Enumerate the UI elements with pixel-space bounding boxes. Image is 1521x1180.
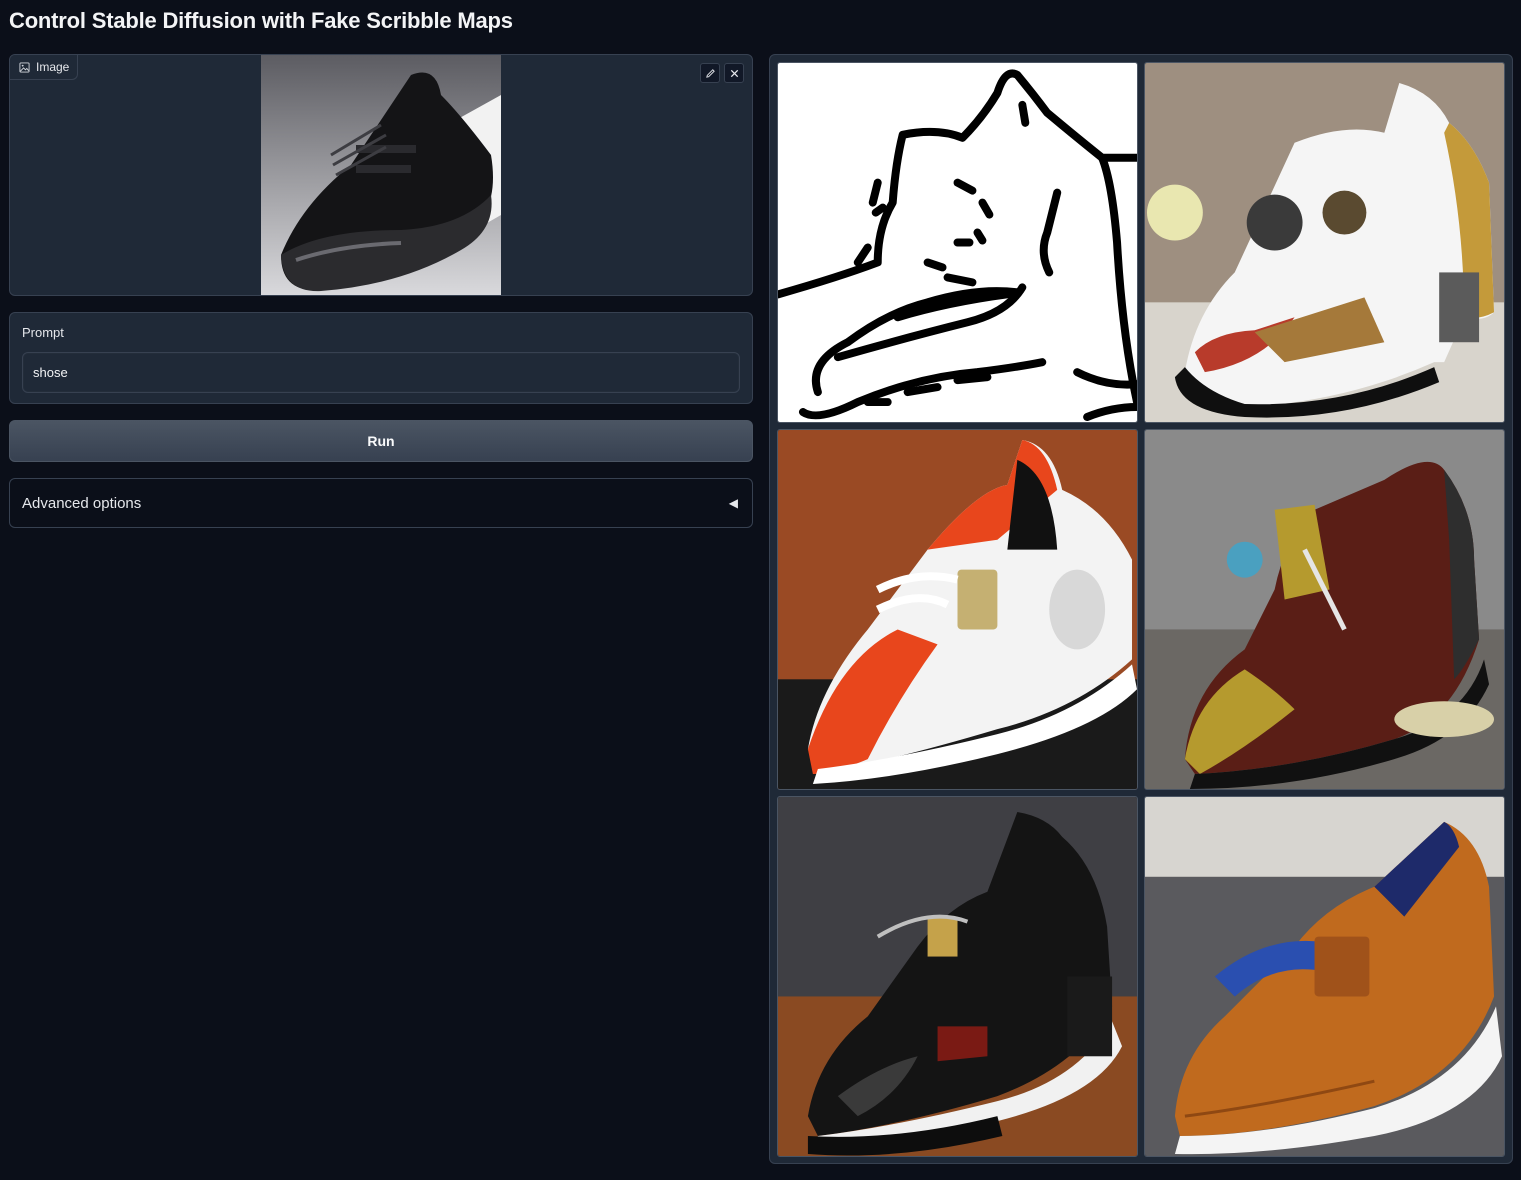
prompt-label: Prompt (22, 325, 64, 340)
image-input[interactable]: Image (9, 54, 753, 296)
image-icon (19, 61, 30, 73)
generated-shoe-image (1145, 797, 1504, 1156)
page-title: Control Stable Diffusion with Fake Scrib… (9, 8, 513, 33)
result-gallery (769, 54, 1513, 1164)
prompt-input[interactable] (22, 352, 740, 393)
generated-shoe-image (1145, 430, 1504, 789)
image-label-text: Image (36, 60, 70, 74)
close-icon (730, 69, 738, 77)
generated-shoe-image (778, 797, 1137, 1156)
gallery-item-4[interactable] (1144, 429, 1505, 790)
collapse-arrow-icon[interactable]: ◀ (729, 496, 738, 510)
edit-icon (705, 68, 715, 78)
image-label: Image (10, 55, 79, 80)
advanced-options-label: Advanced options (22, 494, 142, 512)
gallery-item-2[interactable] (1144, 62, 1505, 423)
uploaded-shoe-image (261, 55, 501, 295)
image-tools (700, 63, 744, 83)
edit-button[interactable] (700, 63, 720, 83)
advanced-options-accordion[interactable]: Advanced options ◀ (9, 478, 753, 528)
generated-shoe-image (778, 430, 1137, 789)
generated-shoe-image (1145, 63, 1504, 422)
clear-image-button[interactable] (724, 63, 744, 83)
gallery-item-5[interactable] (777, 796, 1138, 1157)
prompt-block: Prompt (9, 312, 753, 404)
gallery-item-3[interactable] (777, 429, 1138, 790)
gallery-item-6[interactable] (1144, 796, 1505, 1157)
scribble-map-image (778, 63, 1137, 422)
gallery-item-scribble[interactable] (777, 62, 1138, 423)
run-button[interactable]: Run (9, 420, 753, 462)
